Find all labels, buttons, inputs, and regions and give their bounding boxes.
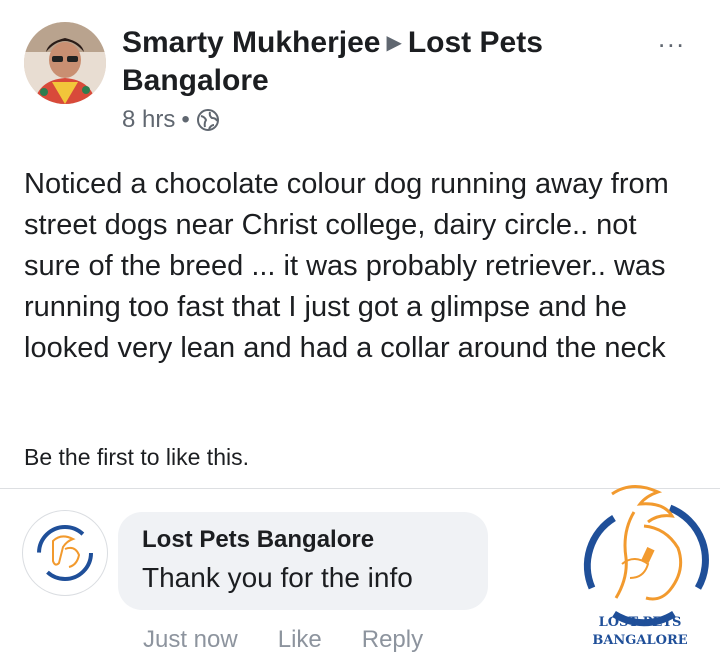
author-line: Smarty Mukherjee ▶ Lost Pets Bangalore (122, 24, 642, 100)
post-meta: 8 hrs • (122, 106, 220, 134)
logo-line1: LOST PETS (598, 615, 682, 630)
more-options-button[interactable]: ... (658, 25, 698, 51)
comment-time[interactable]: Just now (143, 626, 238, 654)
group-name-line2[interactable]: Bangalore (122, 64, 269, 97)
comment-bubble: Lost Pets Bangalore Thank you for the in… (118, 512, 488, 610)
arrow-right-icon: ▶ (386, 32, 402, 54)
reply-button[interactable]: Reply (362, 626, 423, 654)
author-avatar[interactable] (24, 22, 106, 104)
comment-text: Thank you for the info (142, 562, 413, 593)
commenter-avatar[interactable] (22, 510, 108, 596)
comment-actions: Just now Like Reply (143, 626, 423, 654)
likes-summary[interactable]: Be the first to like this. (24, 444, 249, 471)
comment-author[interactable]: Lost Pets Bangalore (142, 526, 374, 554)
logo-wordmark: LOST PETS BANGALORE (560, 614, 720, 650)
author-name[interactable]: Smarty Mukherjee (122, 26, 380, 59)
post-time[interactable]: 8 hrs (122, 106, 175, 134)
globe-icon (196, 109, 219, 131)
meta-separator: • (181, 106, 190, 133)
logo-line2: BANGALORE (592, 633, 688, 648)
like-button[interactable]: Like (278, 626, 322, 654)
post-header: Smarty Mukherjee ▶ Lost Pets Bangalore 8 h… (0, 0, 720, 150)
group-name[interactable]: Lost Pets (408, 26, 543, 59)
post-text: Noticed a chocolate colour dog running a… (24, 168, 669, 364)
